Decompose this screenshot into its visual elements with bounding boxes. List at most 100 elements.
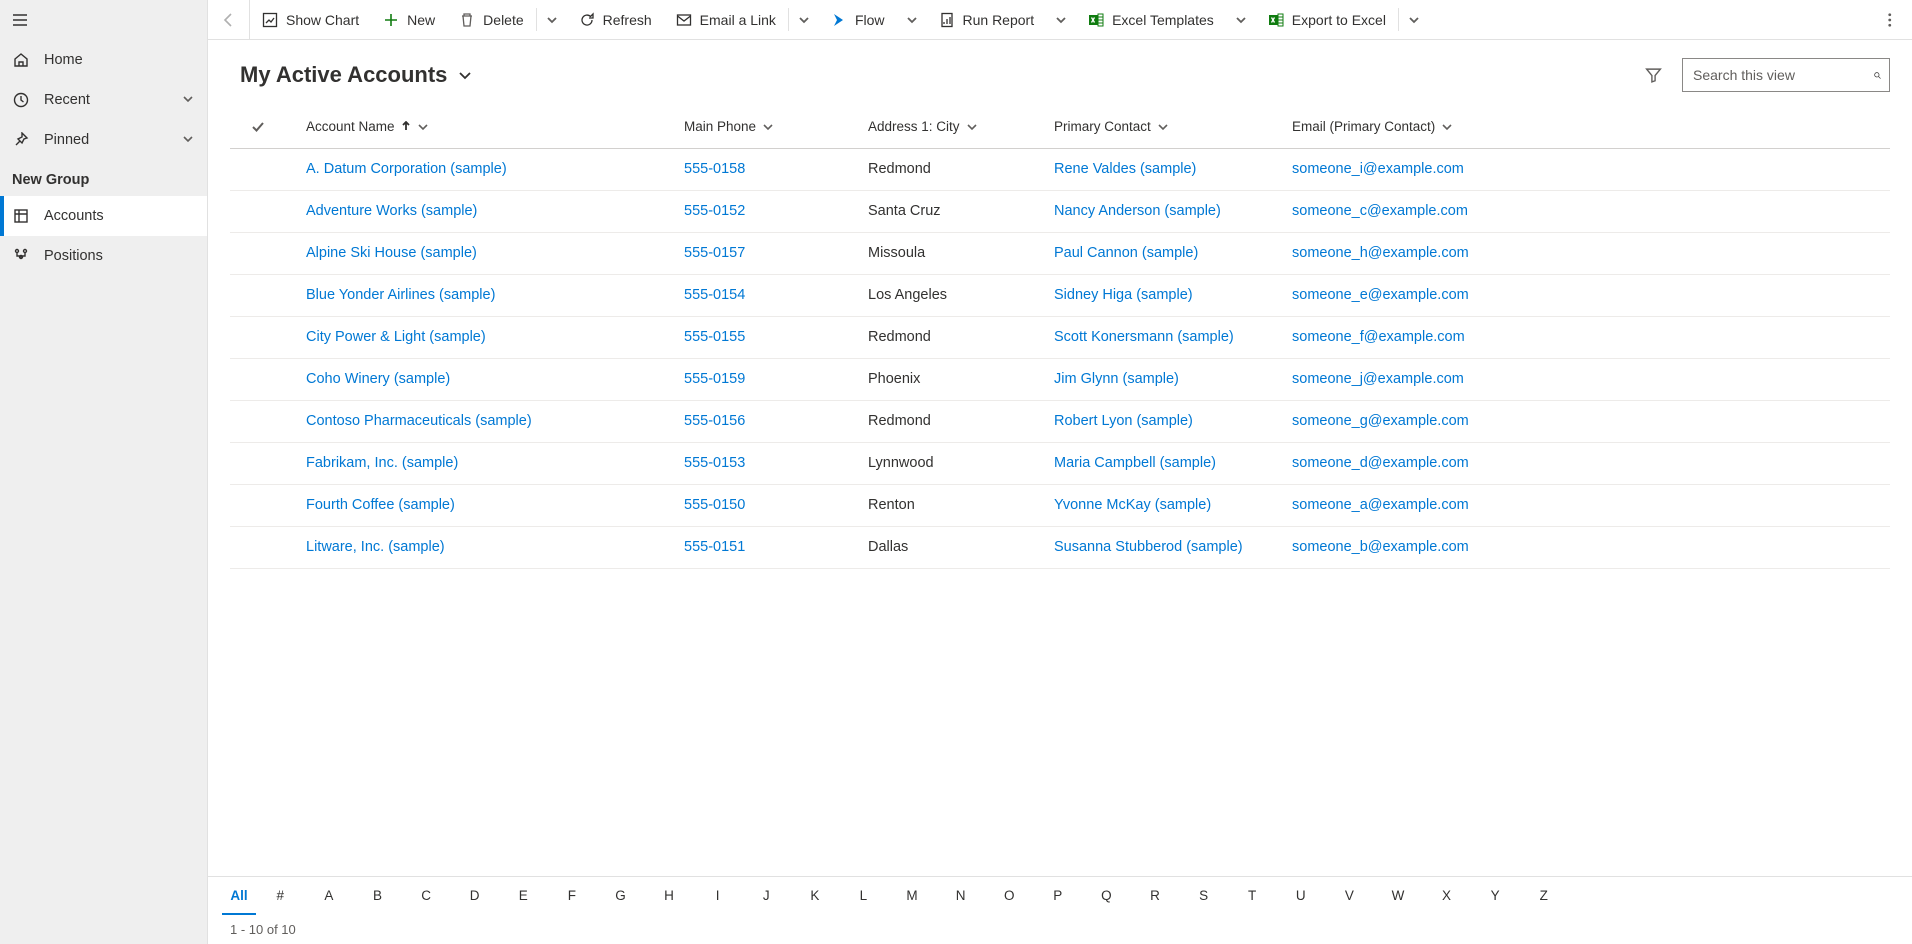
jump-letter[interactable]: P (1034, 877, 1083, 915)
sidebar-item-home[interactable]: Home (0, 40, 207, 80)
table-row[interactable]: Blue Yonder Airlines (sample)555-0154Los… (230, 274, 1890, 316)
cell-contact[interactable]: Scott Konersmann (sample) (1046, 316, 1284, 358)
run-report-split-chevron[interactable] (1046, 0, 1076, 39)
cell-phone[interactable]: 555-0155 (676, 316, 860, 358)
row-select-cell[interactable] (230, 442, 286, 484)
table-row[interactable]: Fourth Coffee (sample)555-0150RentonYvon… (230, 484, 1890, 526)
jump-letter[interactable]: M (888, 877, 937, 915)
cell-phone[interactable]: 555-0158 (676, 148, 860, 190)
cell-email[interactable]: someone_c@example.com (1284, 190, 1890, 232)
cell-account-name[interactable]: Blue Yonder Airlines (sample) (286, 274, 676, 316)
run-report-button[interactable]: Run Report (927, 0, 1047, 39)
sidebar-item-accounts[interactable]: Accounts (0, 196, 207, 236)
row-select-cell[interactable] (230, 484, 286, 526)
cell-contact[interactable]: Maria Campbell (sample) (1046, 442, 1284, 484)
jump-letter[interactable]: R (1131, 877, 1180, 915)
cell-phone[interactable]: 555-0152 (676, 190, 860, 232)
cell-phone[interactable]: 555-0159 (676, 358, 860, 400)
jump-letter[interactable]: I (693, 877, 742, 915)
jump-letter[interactable]: B (353, 877, 402, 915)
jump-letter[interactable]: G (596, 877, 645, 915)
sidebar-item-positions[interactable]: Positions (0, 236, 207, 276)
table-row[interactable]: Litware, Inc. (sample)555-0151DallasSusa… (230, 526, 1890, 568)
cell-phone[interactable]: 555-0150 (676, 484, 860, 526)
cell-account-name[interactable]: City Power & Light (sample) (286, 316, 676, 358)
cell-email[interactable]: someone_b@example.com (1284, 526, 1890, 568)
cell-phone[interactable]: 555-0151 (676, 526, 860, 568)
overflow-button[interactable] (1876, 0, 1904, 39)
jump-letter[interactable]: Z (1519, 877, 1568, 915)
column-header-name[interactable]: Account Name (286, 106, 676, 148)
jump-letter[interactable]: U (1276, 877, 1325, 915)
jump-letter[interactable]: Q (1082, 877, 1131, 915)
cell-account-name[interactable]: Coho Winery (sample) (286, 358, 676, 400)
flow-button[interactable]: Flow (819, 0, 897, 39)
new-button[interactable]: New (371, 0, 447, 39)
table-row[interactable]: Coho Winery (sample)555-0159PhoenixJim G… (230, 358, 1890, 400)
column-header-city[interactable]: Address 1: City (860, 106, 1046, 148)
jump-letter[interactable]: K (791, 877, 840, 915)
export-excel-button[interactable]: Export to Excel (1256, 0, 1398, 39)
cell-account-name[interactable]: Litware, Inc. (sample) (286, 526, 676, 568)
cell-email[interactable]: someone_f@example.com (1284, 316, 1890, 358)
jump-letter[interactable]: W (1374, 877, 1423, 915)
jump-letter[interactable]: S (1179, 877, 1228, 915)
select-all-header[interactable] (230, 106, 286, 148)
jump-letter[interactable]: H (645, 877, 694, 915)
cell-account-name[interactable]: Alpine Ski House (sample) (286, 232, 676, 274)
jump-letter[interactable]: F (548, 877, 597, 915)
row-select-cell[interactable] (230, 526, 286, 568)
delete-split-chevron[interactable] (537, 0, 567, 39)
cell-contact[interactable]: Nancy Anderson (sample) (1046, 190, 1284, 232)
row-select-cell[interactable] (230, 232, 286, 274)
excel-templates-split-chevron[interactable] (1226, 0, 1256, 39)
jump-letter[interactable]: C (402, 877, 451, 915)
cell-account-name[interactable]: Fabrikam, Inc. (sample) (286, 442, 676, 484)
cell-account-name[interactable]: A. Datum Corporation (sample) (286, 148, 676, 190)
cell-email[interactable]: someone_h@example.com (1284, 232, 1890, 274)
cell-contact[interactable]: Paul Cannon (sample) (1046, 232, 1284, 274)
jump-letter[interactable]: All (222, 877, 256, 915)
excel-templates-button[interactable]: Excel Templates (1076, 0, 1226, 39)
cell-email[interactable]: someone_d@example.com (1284, 442, 1890, 484)
flow-split-chevron[interactable] (897, 0, 927, 39)
row-select-cell[interactable] (230, 190, 286, 232)
jump-letter[interactable]: N (936, 877, 985, 915)
row-select-cell[interactable] (230, 316, 286, 358)
sidebar-item-recent[interactable]: Recent (0, 80, 207, 120)
cell-email[interactable]: someone_g@example.com (1284, 400, 1890, 442)
jump-letter[interactable]: A (305, 877, 354, 915)
cell-account-name[interactable]: Contoso Pharmaceuticals (sample) (286, 400, 676, 442)
back-button[interactable] (208, 0, 250, 39)
cell-contact[interactable]: Robert Lyon (sample) (1046, 400, 1284, 442)
jump-letter[interactable]: E (499, 877, 548, 915)
cell-phone[interactable]: 555-0157 (676, 232, 860, 274)
cell-phone[interactable]: 555-0154 (676, 274, 860, 316)
column-header-contact[interactable]: Primary Contact (1046, 106, 1284, 148)
cell-account-name[interactable]: Fourth Coffee (sample) (286, 484, 676, 526)
column-header-phone[interactable]: Main Phone (676, 106, 860, 148)
cell-phone[interactable]: 555-0156 (676, 400, 860, 442)
search-box[interactable] (1682, 58, 1890, 92)
table-row[interactable]: Adventure Works (sample)555-0152Santa Cr… (230, 190, 1890, 232)
table-row[interactable]: Alpine Ski House (sample)555-0157Missoul… (230, 232, 1890, 274)
email-link-split-chevron[interactable] (789, 0, 819, 39)
sidebar-item-pinned[interactable]: Pinned (0, 120, 207, 160)
cell-email[interactable]: someone_j@example.com (1284, 358, 1890, 400)
search-input[interactable] (1693, 67, 1874, 83)
jump-letter[interactable]: V (1325, 877, 1374, 915)
jump-letter[interactable]: T (1228, 877, 1277, 915)
row-select-cell[interactable] (230, 400, 286, 442)
jump-letter[interactable]: Y (1471, 877, 1520, 915)
table-row[interactable]: City Power & Light (sample)555-0155Redmo… (230, 316, 1890, 358)
cell-contact[interactable]: Yvonne McKay (sample) (1046, 484, 1284, 526)
view-selector[interactable]: My Active Accounts (240, 62, 473, 88)
cell-phone[interactable]: 555-0153 (676, 442, 860, 484)
cell-contact[interactable]: Jim Glynn (sample) (1046, 358, 1284, 400)
cell-email[interactable]: someone_i@example.com (1284, 148, 1890, 190)
cell-contact[interactable]: Rene Valdes (sample) (1046, 148, 1284, 190)
jump-letter[interactable]: L (839, 877, 888, 915)
row-select-cell[interactable] (230, 274, 286, 316)
row-select-cell[interactable] (230, 148, 286, 190)
jump-letter[interactable]: # (256, 877, 305, 915)
